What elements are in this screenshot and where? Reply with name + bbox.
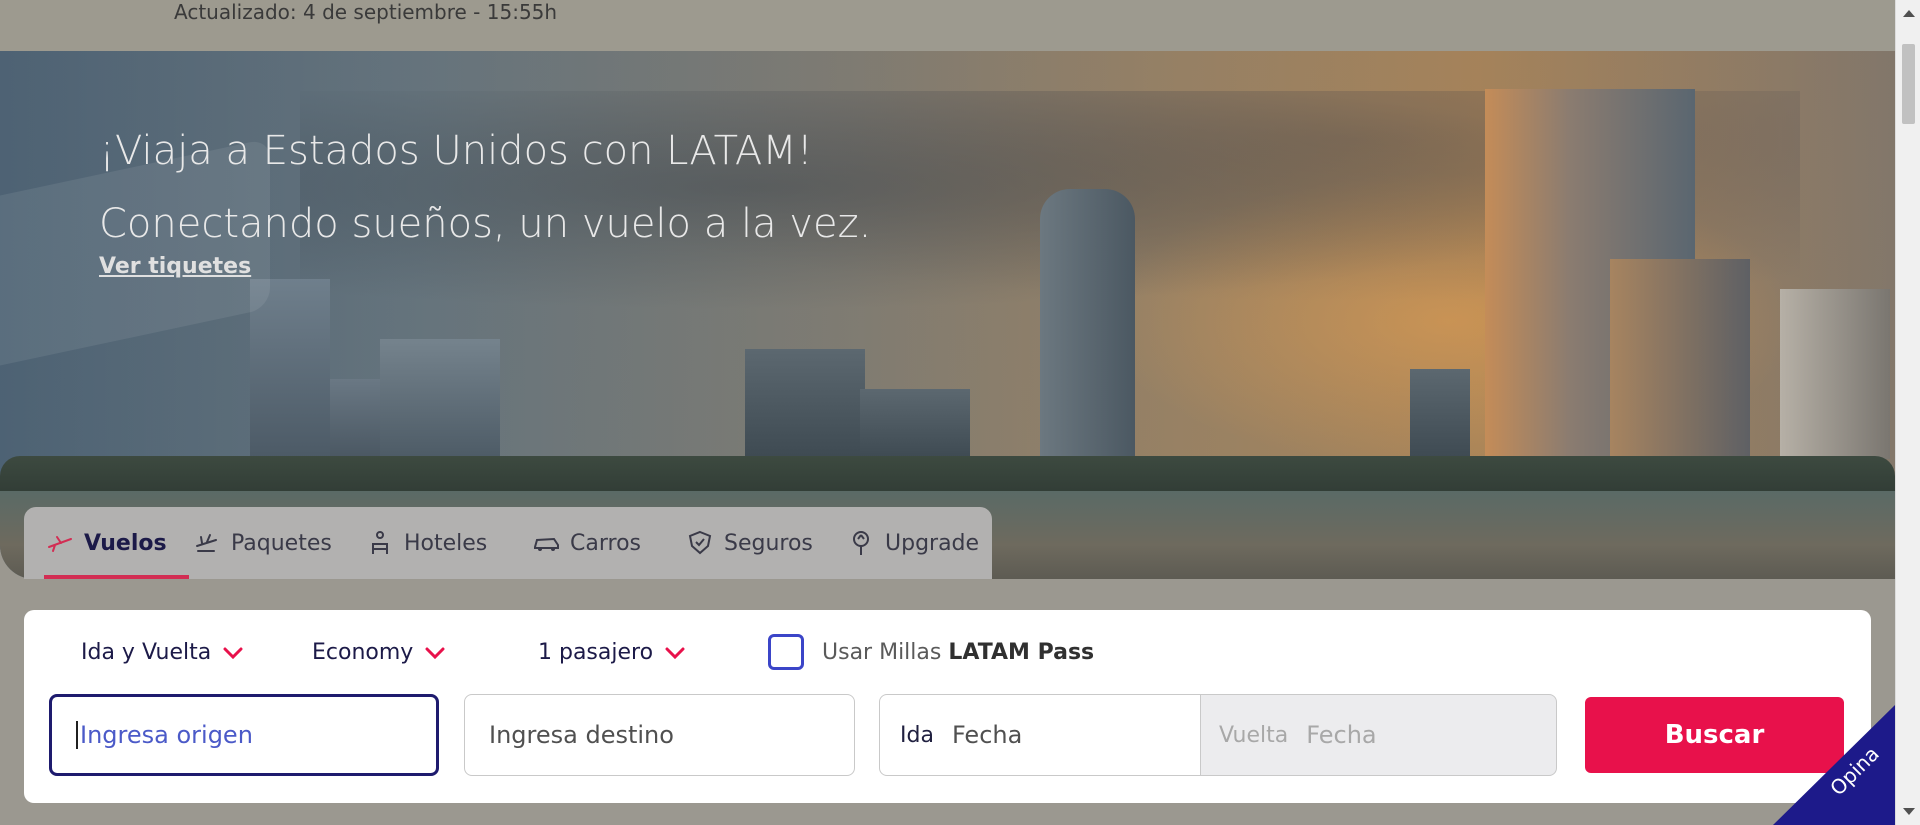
tab-carros[interactable]: Carros (532, 507, 641, 579)
product-tabs: Vuelos Paquetes Hoteles Carros Seguros U… (24, 507, 992, 579)
chevron-down-icon (665, 647, 685, 659)
hero-banner: ¡Viaja a Estados Unidos con LATAM! Conec… (0, 51, 1895, 579)
hotel-icon (366, 529, 394, 557)
latam-pass-brand: LATAM Pass (948, 640, 1095, 665)
tab-label: Vuelos (84, 530, 167, 556)
chevron-down-icon (425, 647, 445, 659)
feedback-ribbon[interactable]: Opina (1773, 705, 1895, 825)
origin-placeholder: Ingresa origen (80, 721, 253, 749)
passengers-select[interactable]: 1 pasajero (538, 640, 685, 665)
hero-headline: ¡Viaja a Estados Unidos con LATAM! Conec… (99, 128, 872, 247)
return-label: Vuelta (1219, 722, 1289, 748)
tab-label: Hoteles (404, 530, 488, 556)
skyline-building (1610, 259, 1750, 459)
upgrade-icon (847, 529, 875, 557)
trip-type-value: Ida y Vuelta (81, 640, 212, 665)
scroll-down-arrow-icon[interactable] (1903, 808, 1915, 815)
tab-label: Carros (570, 530, 641, 556)
scrollbar-thumb[interactable] (1902, 44, 1915, 124)
skyline-building (250, 279, 330, 459)
skyline-building (860, 389, 970, 459)
miles-label-text: Usar Millas (822, 640, 942, 665)
ver-tiquetes-link[interactable]: Ver tiquetes (99, 254, 251, 279)
trip-type-select[interactable]: Ida y Vuelta (81, 640, 243, 665)
skyline-building (1410, 369, 1470, 459)
skyline-building (380, 339, 500, 459)
shield-icon (686, 529, 714, 557)
departure-label: Ida (900, 722, 934, 748)
tab-seguros[interactable]: Seguros (686, 507, 813, 579)
car-icon (532, 529, 560, 557)
tab-vuelos[interactable]: Vuelos (44, 507, 189, 579)
skyline-building (1040, 189, 1135, 459)
package-icon (193, 529, 221, 557)
update-bar: Actualizado: 4 de septiembre - 15:55h (0, 0, 1895, 51)
vertical-scrollbar[interactable] (1895, 0, 1920, 825)
tab-label: Paquetes (231, 530, 332, 556)
text-cursor (76, 721, 78, 749)
departure-date-field[interactable]: Ida Fecha (879, 694, 1201, 776)
destination-input[interactable]: Ingresa destino (464, 694, 855, 776)
use-miles-checkbox[interactable] (768, 634, 804, 670)
tab-label: Upgrade (885, 530, 980, 556)
return-placeholder: Fecha (1306, 721, 1377, 749)
destination-placeholder: Ingresa destino (489, 721, 674, 749)
tab-upgrade[interactable]: Upgrade (847, 507, 979, 579)
chevron-down-icon (223, 647, 243, 659)
scroll-up-arrow-icon[interactable] (1903, 10, 1915, 17)
tab-hoteles[interactable]: Hoteles (366, 507, 487, 579)
tab-label: Seguros (724, 530, 813, 556)
skyline-building (745, 349, 865, 459)
passengers-value: 1 pasajero (538, 640, 654, 665)
plane-icon (46, 529, 74, 557)
origin-input[interactable]: Ingresa origen (49, 694, 439, 776)
skyline-building (1780, 289, 1890, 459)
cabin-select[interactable]: Economy (312, 640, 445, 665)
updated-timestamp: Actualizado: 4 de septiembre - 15:55h (174, 0, 558, 24)
departure-placeholder: Fecha (951, 721, 1023, 749)
use-miles-label: Usar Millas LATAM Pass (822, 640, 1094, 665)
tab-paquetes[interactable]: Paquetes (193, 507, 332, 579)
cabin-value: Economy (312, 640, 414, 665)
return-date-field[interactable]: Vuelta Fecha (1200, 694, 1557, 776)
